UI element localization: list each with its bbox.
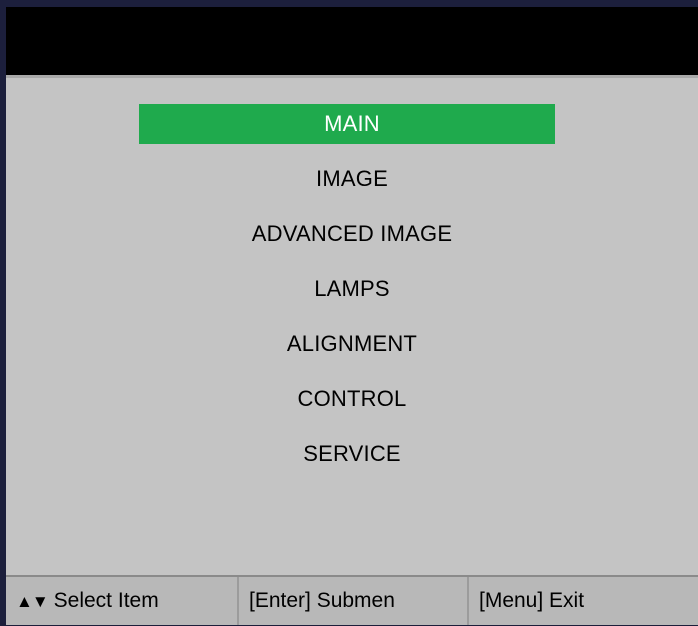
menu-item-label: ALIGNMENT <box>286 331 418 356</box>
menu-item-advanced-image[interactable]: ADVANCED IMAGE <box>6 214 698 269</box>
status-enter-text: [Enter] Submen <box>249 589 395 612</box>
menu-item-alignment[interactable]: ALIGNMENT <box>6 324 698 379</box>
osd-screen: MAIN IMAGE ADVANCED IMAGE LAMPS ALIGNMEN… <box>0 0 698 625</box>
menu-item-image[interactable]: IMAGE <box>6 159 698 214</box>
status-select-item: ▲▼ Select Item <box>6 577 239 625</box>
menu-item-label: IMAGE <box>316 166 388 191</box>
menu-item-label: MAIN <box>324 111 380 136</box>
status-menu-exit: [Menu] Exit <box>469 577 698 625</box>
status-menu-text: [Menu] Exit <box>479 589 585 612</box>
menu-item-label: ADVANCED IMAGE <box>251 221 453 246</box>
menu-item-label: CONTROL <box>297 386 407 411</box>
title-bar <box>6 7 698 78</box>
status-enter-submenu: [Enter] Submen <box>239 577 469 625</box>
menu-item-control[interactable]: CONTROL <box>6 379 698 434</box>
menu-item-label: LAMPS <box>314 276 390 301</box>
menu-list: MAIN IMAGE ADVANCED IMAGE LAMPS ALIGNMEN… <box>6 104 698 489</box>
menu-item-label: SERVICE <box>303 441 401 466</box>
menu-item-service[interactable]: SERVICE <box>6 434 698 489</box>
osd-menu-panel: MAIN IMAGE ADVANCED IMAGE LAMPS ALIGNMEN… <box>6 7 698 625</box>
status-bar: ▲▼ Select Item [Enter] Submen [Menu] Exit <box>6 575 698 625</box>
up-down-arrows-icon: ▲▼ <box>16 592 49 611</box>
menu-item-lamps[interactable]: LAMPS <box>6 269 698 324</box>
menu-item-main[interactable]: MAIN <box>6 104 698 159</box>
status-select-text: Select Item <box>53 589 159 612</box>
